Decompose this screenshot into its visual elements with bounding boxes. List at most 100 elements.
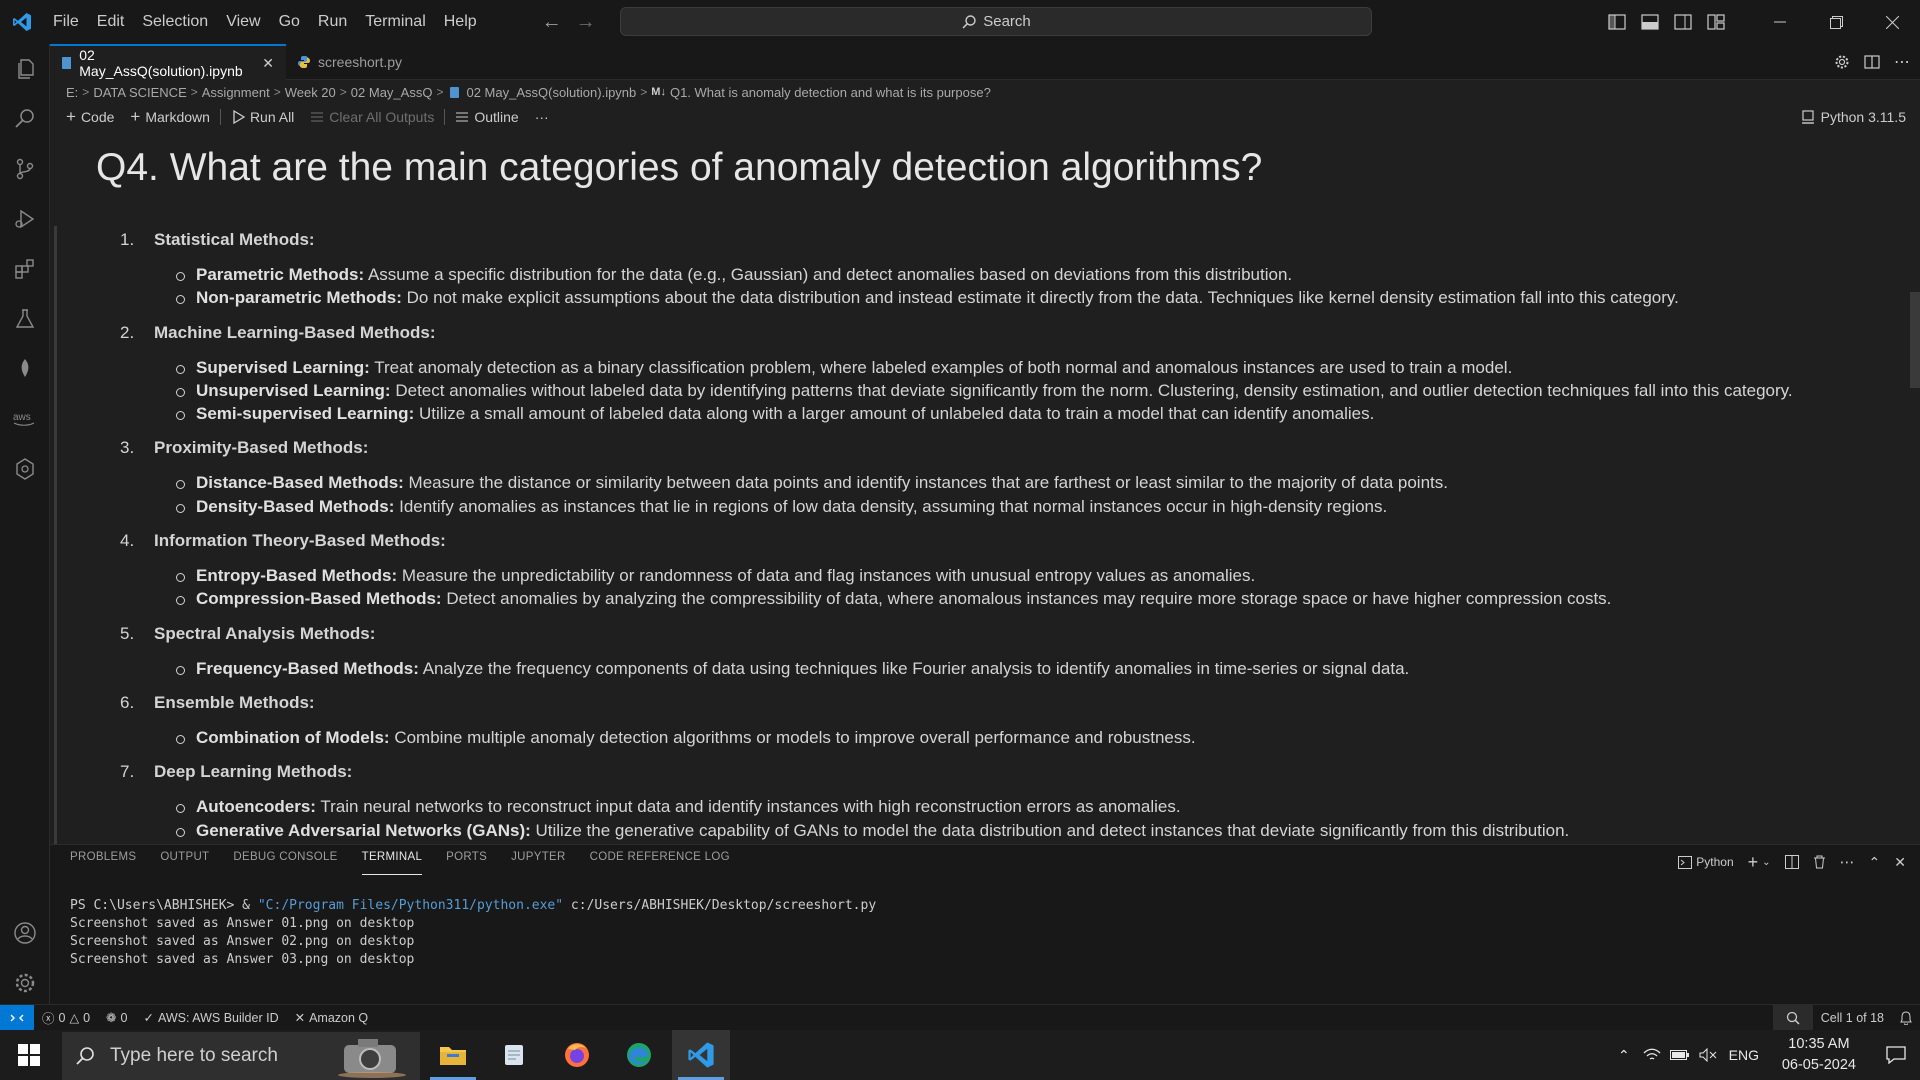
- kill-terminal-trash-icon[interactable]: [1813, 855, 1826, 869]
- aws-icon[interactable]: aws: [0, 394, 50, 444]
- more-actions-icon[interactable]: ⋯: [1894, 52, 1910, 72]
- run-all-label: Run All: [249, 109, 295, 125]
- toggle-primary-sidebar-icon[interactable]: [1600, 0, 1633, 44]
- problems-status[interactable]: ⓧ 0 △ 0: [34, 1008, 98, 1027]
- show-hidden-icons-chevron-icon[interactable]: ⌃: [1610, 1030, 1638, 1080]
- method-list: Frequency-Based Methods: Analyze the fre…: [154, 657, 1896, 680]
- run-debug-icon[interactable]: [0, 194, 50, 244]
- command-center-search[interactable]: Search: [620, 7, 1372, 36]
- terminal-script-path: c:/Users/ABHISHEK/Desktop/screeshort.py: [563, 898, 877, 913]
- explorer-icon[interactable]: [0, 44, 50, 94]
- menu-go[interactable]: Go: [270, 0, 309, 44]
- toggle-secondary-sidebar-icon[interactable]: [1666, 0, 1699, 44]
- tab-problems[interactable]: PROBLEMS: [70, 851, 136, 875]
- breadcrumb-item[interactable]: Week 20: [285, 85, 336, 100]
- notepad-app-icon[interactable]: [486, 1030, 544, 1080]
- run-all-button[interactable]: Run All: [223, 109, 302, 125]
- tab-jupyter[interactable]: JUPYTER: [511, 851, 566, 875]
- amazon-q-icon[interactable]: [0, 444, 50, 494]
- toolbar-more-button[interactable]: ···: [527, 109, 557, 125]
- notebook-settings-gear-icon[interactable]: [1834, 54, 1850, 70]
- menu-edit[interactable]: Edit: [88, 0, 134, 44]
- method-term: Combination of Models:: [196, 727, 390, 747]
- menu-selection[interactable]: Selection: [133, 0, 217, 44]
- tab-output[interactable]: OUTPUT: [160, 851, 209, 875]
- file-explorer-app-icon[interactable]: [424, 1030, 482, 1080]
- tab-ports[interactable]: PORTS: [446, 851, 487, 875]
- notifications-bell-icon[interactable]: [1892, 1011, 1920, 1025]
- menu-run[interactable]: Run: [309, 0, 356, 44]
- tab-screeshort-py[interactable]: screeshort.py: [286, 44, 414, 80]
- volume-muted-icon[interactable]: [1694, 1030, 1722, 1080]
- tab-code-reference-log[interactable]: CODE REFERENCE LOG: [590, 851, 730, 875]
- category-number: 3.: [120, 438, 135, 458]
- edge-app-icon[interactable]: [610, 1030, 668, 1080]
- wifi-icon[interactable]: [1638, 1030, 1666, 1080]
- close-tab-icon[interactable]: ✕: [262, 55, 274, 72]
- restore-button[interactable]: [1808, 0, 1864, 44]
- forward-arrow-icon[interactable]: →: [576, 11, 596, 34]
- input-language[interactable]: ENG: [1722, 1030, 1766, 1080]
- clear-all-outputs-button[interactable]: Clear All Outputs: [302, 109, 442, 125]
- maximize-panel-chevron-up-icon[interactable]: ⌃: [1869, 854, 1881, 871]
- category-number: 2.: [120, 322, 135, 342]
- firefox-app-icon[interactable]: [548, 1030, 606, 1080]
- tab-terminal[interactable]: TERMINAL: [361, 851, 423, 875]
- action-center-icon[interactable]: [1872, 1030, 1920, 1080]
- breadcrumb-item[interactable]: DATA SCIENCE: [93, 85, 186, 100]
- minimize-button[interactable]: [1752, 0, 1808, 44]
- zoom-search-icon[interactable]: [1772, 1005, 1813, 1031]
- close-panel-icon[interactable]: ✕: [1894, 854, 1906, 871]
- method-list: Entropy-Based Methods: Measure the unpre…: [154, 564, 1896, 611]
- breadcrumb-item[interactable]: 02 May_AssQ: [351, 85, 433, 100]
- cell-position[interactable]: Cell 1 of 18: [1813, 1011, 1892, 1025]
- battery-icon[interactable]: [1666, 1030, 1694, 1080]
- aws-connection-status[interactable]: ✓ AWS: AWS Builder ID: [135, 1010, 286, 1026]
- vscode-app-icon[interactable]: [672, 1030, 730, 1080]
- warning-icon: △: [69, 1011, 80, 1025]
- extensions-icon[interactable]: [0, 244, 50, 294]
- taskbar-search-box[interactable]: Type here to search: [62, 1032, 420, 1080]
- new-terminal-plus-icon[interactable]: +: [1748, 852, 1759, 873]
- tab-notebook[interactable]: 02 May_AssQ(solution).ipynb ✕: [50, 44, 286, 80]
- split-terminal-icon[interactable]: [1784, 855, 1799, 869]
- remote-indicator-button[interactable]: [0, 1004, 34, 1031]
- breadcrumb-item[interactable]: Q1. What is anomaly detection and what i…: [670, 85, 991, 100]
- svg-text:aws: aws: [13, 412, 31, 423]
- ports-status[interactable]: ❁ 0: [98, 1010, 135, 1026]
- breadcrumb-item[interactable]: E:: [66, 85, 78, 100]
- breadcrumb-item[interactable]: Assignment: [202, 85, 270, 100]
- add-markdown-cell-button[interactable]: + Markdown: [122, 107, 218, 127]
- panel-more-icon[interactable]: ⋯: [1840, 853, 1855, 871]
- system-clock[interactable]: 10:35 AM 06-05-2024: [1766, 1034, 1872, 1076]
- add-code-cell-button[interactable]: + Code: [58, 107, 122, 127]
- back-arrow-icon[interactable]: ←: [542, 11, 562, 34]
- settings-gear-icon[interactable]: [0, 958, 50, 1008]
- shell-label: Python: [1696, 855, 1734, 869]
- toggle-panel-icon[interactable]: [1633, 0, 1666, 44]
- kernel-picker[interactable]: Python 3.11.5: [1801, 104, 1906, 130]
- menu-terminal[interactable]: Terminal: [356, 0, 434, 44]
- close-window-button[interactable]: [1864, 0, 1920, 44]
- menu-view[interactable]: View: [217, 0, 269, 44]
- chevron-down-icon[interactable]: ⌄: [1762, 857, 1770, 868]
- search-icon: [76, 1047, 94, 1065]
- accounts-icon[interactable]: [0, 908, 50, 958]
- source-control-icon[interactable]: [0, 144, 50, 194]
- split-editor-icon[interactable]: [1864, 54, 1880, 70]
- testing-flask-icon[interactable]: [0, 294, 50, 344]
- menu-help[interactable]: Help: [435, 0, 486, 44]
- amazon-q-status[interactable]: ✕ Amazon Q: [287, 1010, 377, 1026]
- tab-debug-console[interactable]: DEBUG CONSOLE: [233, 851, 337, 875]
- windows-start-icon[interactable]: [0, 1030, 58, 1080]
- breadcrumb-item[interactable]: 02 May_AssQ(solution).ipynb: [466, 85, 636, 100]
- terminal-output[interactable]: PS C:\Users\ABHISHEK> & "C:/Program File…: [70, 897, 876, 969]
- search-view-icon[interactable]: [0, 94, 50, 144]
- terminal-shell-selector[interactable]: Python: [1678, 855, 1734, 869]
- menu-file[interactable]: File: [44, 0, 88, 44]
- mongodb-leaf-icon[interactable]: [0, 344, 50, 394]
- editor-scrollbar[interactable]: [1910, 292, 1920, 388]
- category-item: 5. Spectral Analysis Methods: Frequency-Ba…: [96, 622, 1896, 680]
- customize-layout-icon[interactable]: [1699, 0, 1732, 44]
- outline-button[interactable]: Outline: [447, 109, 526, 125]
